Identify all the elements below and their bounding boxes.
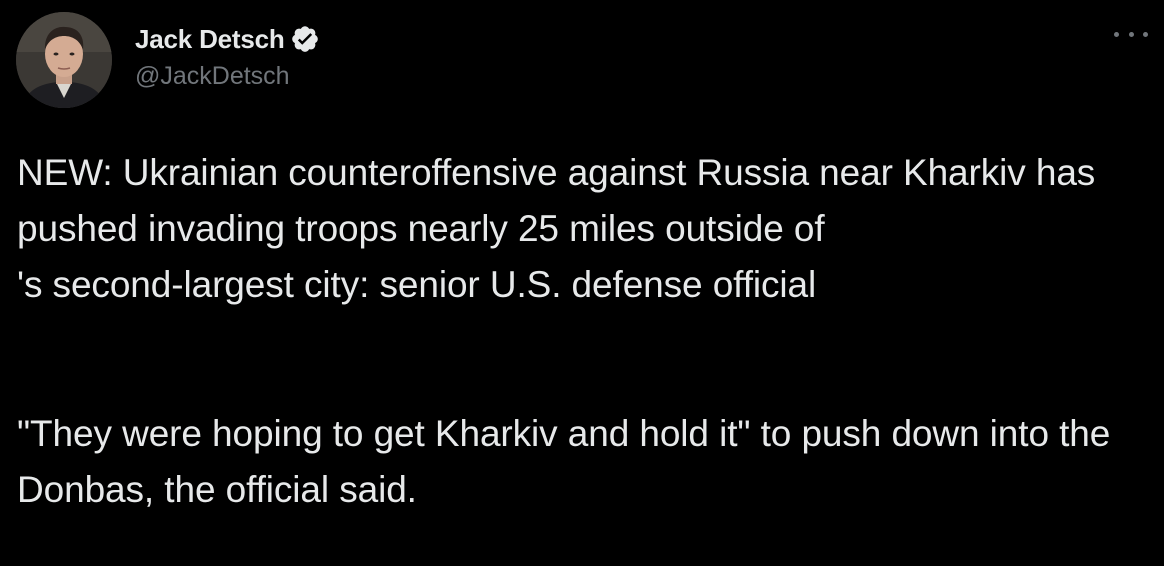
tweet-text-before-flag: NEW: Ukrainian counteroffensive against …	[17, 152, 1096, 249]
tweet-card: Jack Detsch @JackDetsch NEW: Ukrainian c…	[0, 0, 1164, 566]
ukraine-flag-icon	[839, 209, 893, 245]
more-dot	[1128, 31, 1134, 37]
name-row: Jack Detsch	[135, 22, 320, 56]
author-handle[interactable]: @JackDetsch	[135, 62, 320, 91]
author-block: Jack Detsch @JackDetsch	[135, 22, 320, 91]
tweet-paragraph-1: NEW: Ukrainian counteroffensive against …	[17, 145, 1147, 257]
more-dot	[1143, 31, 1148, 37]
tweet-text-after-flag: 's second-largest city: senior U.S. defe…	[17, 264, 817, 305]
more-dot	[1114, 31, 1119, 37]
display-name[interactable]: Jack Detsch	[135, 24, 285, 55]
tweet-text: NEW: Ukrainian counteroffensive against …	[17, 145, 1147, 518]
tweet-paragraph-2: "They were hoping to get Kharkiv and hol…	[17, 413, 1111, 510]
avatar[interactable]	[16, 12, 112, 108]
verified-badge-icon	[290, 24, 320, 54]
more-options-icon[interactable]	[1114, 24, 1148, 44]
avatar-photo-icon	[16, 12, 112, 108]
